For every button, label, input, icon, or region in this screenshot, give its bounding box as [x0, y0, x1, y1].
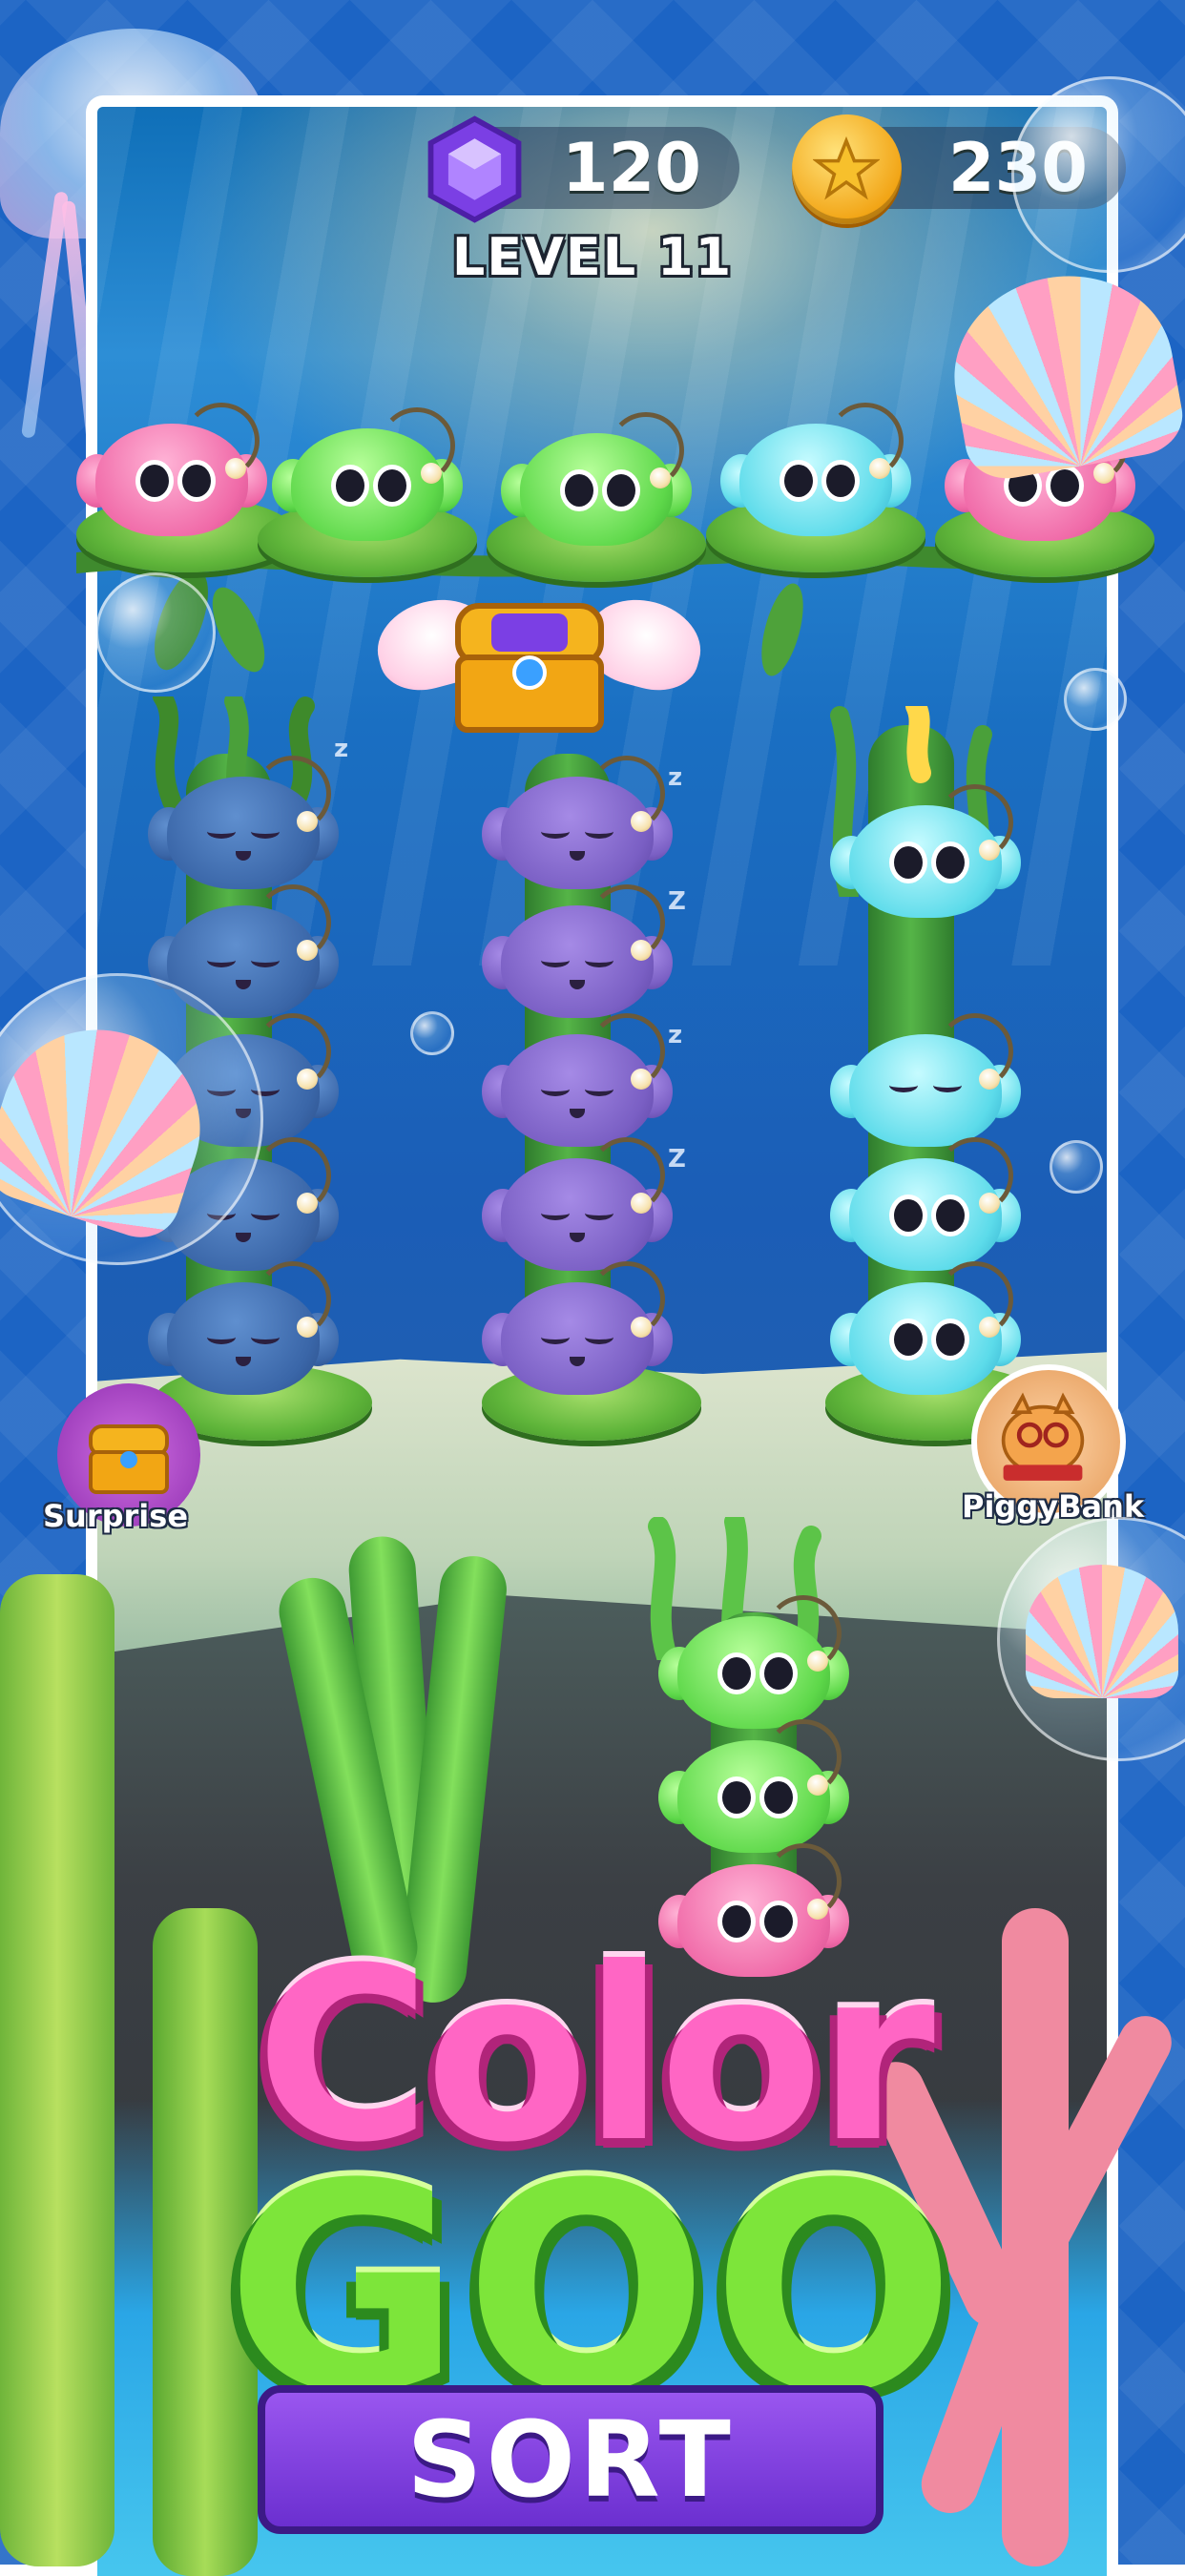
goo-purple-sleeping[interactable] [482, 1137, 673, 1278]
sleep-z: z [668, 763, 683, 792]
goo-blue-sleeping[interactable] [148, 1261, 339, 1402]
goo-purple-sleeping[interactable] [482, 1013, 673, 1154]
gem-count: 120 [561, 129, 701, 207]
goo-purple-sleeping[interactable] [482, 1261, 673, 1402]
goo-green[interactable] [501, 412, 692, 553]
seashell-decoration [1026, 1565, 1178, 1698]
level-label: LEVEL 11 [451, 227, 734, 287]
goo-purple-sleeping[interactable] [482, 884, 673, 1026]
gem-icon [420, 114, 530, 224]
coin-icon [792, 114, 902, 224]
goo-green[interactable] [658, 1595, 849, 1736]
piggy-bank-icon [1001, 1392, 1085, 1481]
sleep-z: Z [668, 887, 686, 916]
goo-cyan[interactable] [830, 1137, 1021, 1278]
goo-cyan[interactable] [720, 403, 911, 544]
bubble-decoration [1050, 1140, 1103, 1194]
bubble-decoration [95, 572, 216, 693]
bubble-decoration [1064, 668, 1127, 731]
goo-cyan[interactable] [830, 784, 1021, 925]
treasure-chest-icon[interactable] [448, 596, 611, 739]
sleep-z: z [334, 735, 349, 763]
surprise-label: Surprise [43, 1498, 189, 1534]
bubble-decoration [410, 1011, 454, 1055]
sleep-z: z [668, 1021, 683, 1049]
logo-sort-banner: SORT [258, 2385, 884, 2534]
logo-sort: SORT [406, 2399, 735, 2521]
goo-pink[interactable] [76, 403, 267, 544]
sleep-z: Z [668, 1145, 686, 1174]
goo-green[interactable] [658, 1719, 849, 1860]
goo-blue-sleeping[interactable] [148, 756, 339, 897]
goo-purple-sleeping[interactable] [482, 756, 673, 897]
goo-cyan-squint[interactable] [830, 1013, 1021, 1154]
goo-green[interactable] [272, 407, 463, 549]
